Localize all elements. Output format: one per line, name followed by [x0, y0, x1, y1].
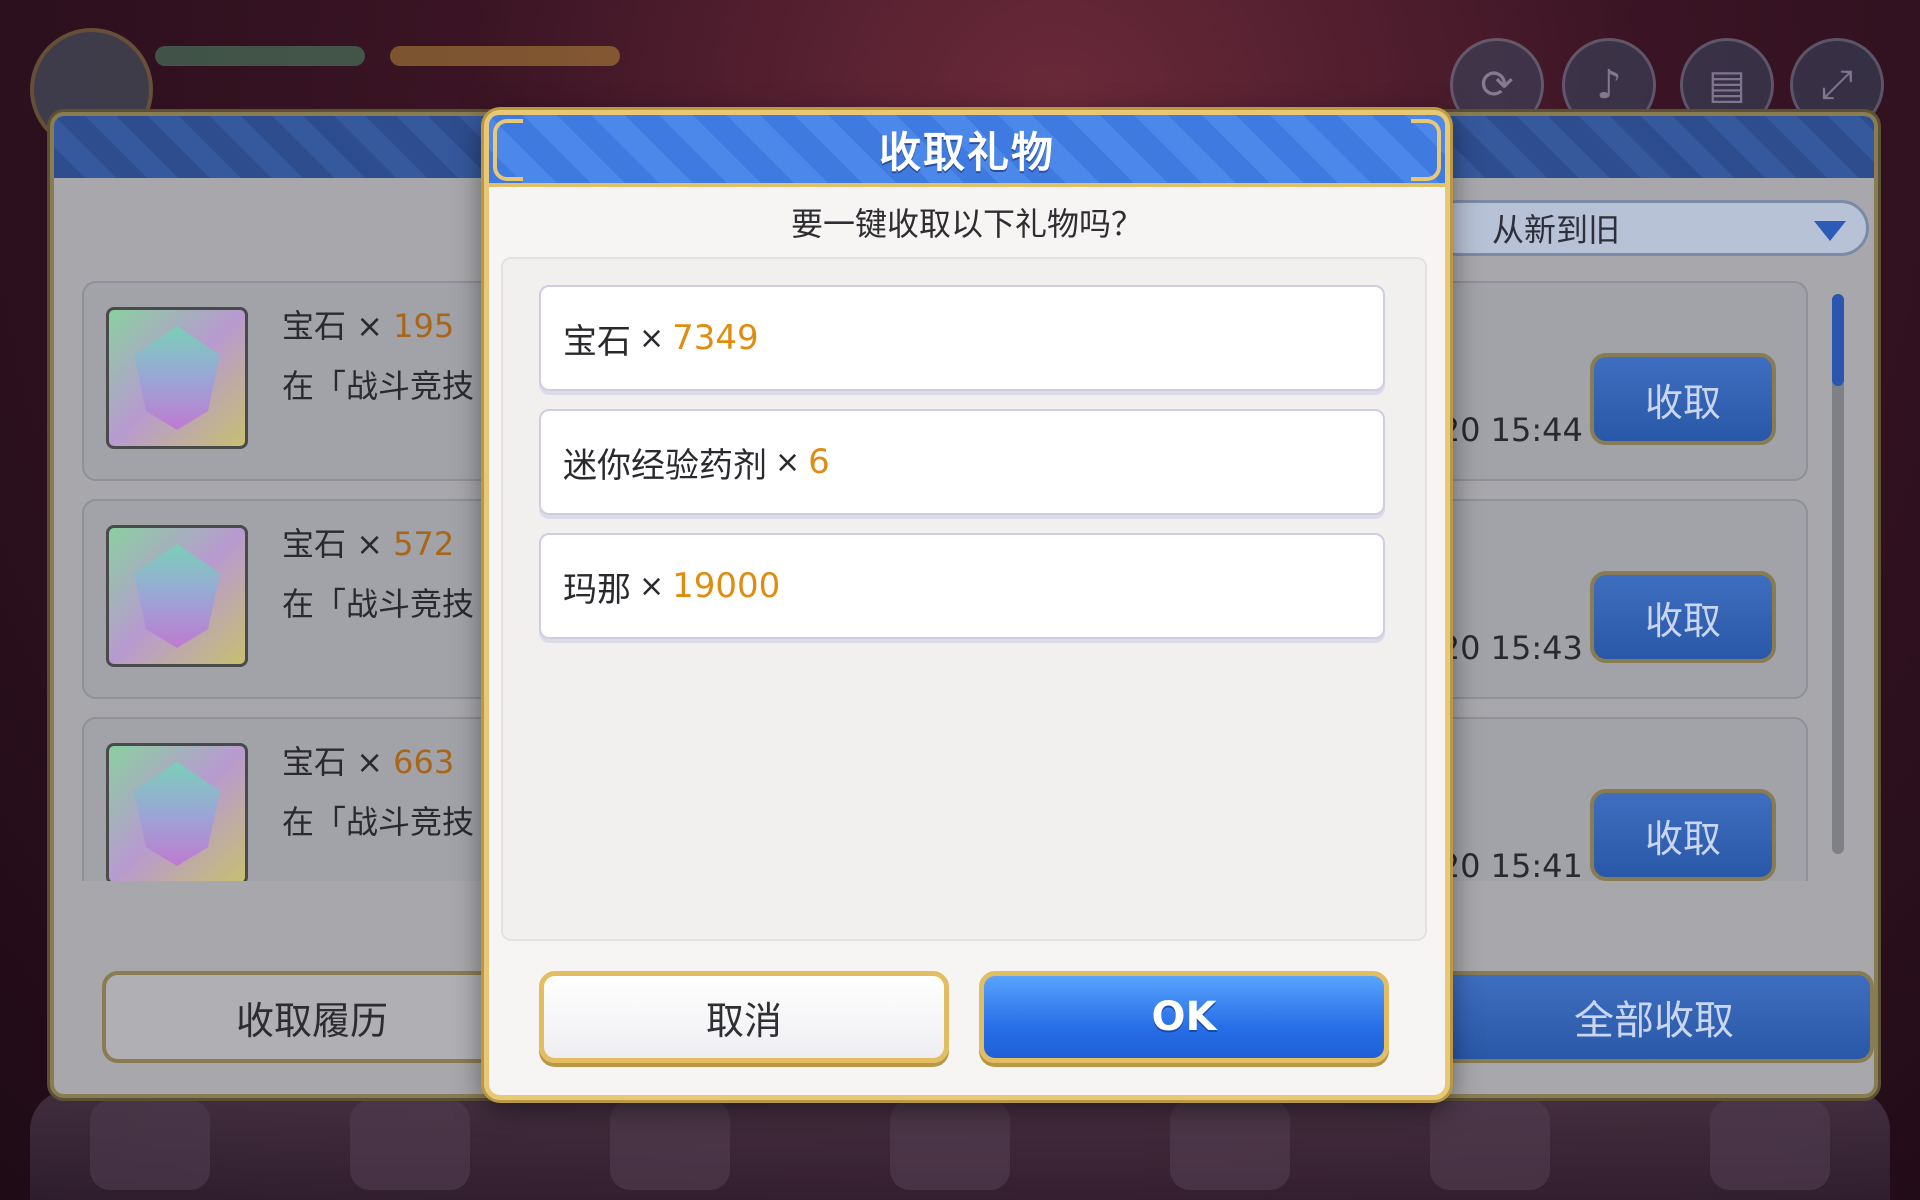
chevron-down-icon: [1814, 221, 1846, 241]
dialog-question: 要一键收取以下礼物吗？: [790, 205, 1143, 243]
summary-item: 迷你经验药剂 × 6: [539, 409, 1385, 515]
player-hud: [30, 18, 670, 151]
item-count: 6: [808, 442, 830, 482]
nav-item-adventure[interactable]: [890, 1100, 1010, 1190]
nav-item-character[interactable]: [350, 1100, 470, 1190]
summary-item: 宝石 × 7349: [539, 285, 1385, 391]
item-name: 宝石: [563, 321, 631, 362]
gift-time: /20 15:44: [1429, 411, 1583, 449]
ornament-left: [493, 119, 523, 181]
item-name: 迷你经验药剂: [563, 445, 767, 486]
gem-icon: [106, 743, 248, 881]
list-scrollbar[interactable]: [1832, 294, 1844, 854]
times-sign: ×: [639, 320, 665, 356]
item-count: 19000: [672, 566, 781, 606]
exp-gauge: [390, 46, 620, 66]
summary-item: 玛那 × 19000: [539, 533, 1385, 639]
scrollbar-thumb[interactable]: [1832, 294, 1844, 386]
cancel-button[interactable]: 取消: [539, 971, 949, 1063]
gift-name: 宝石 × 663: [282, 743, 455, 781]
gift-name: 宝石 × 572: [282, 525, 455, 563]
gem-icon: [106, 525, 248, 667]
collect-button[interactable]: 收取: [1590, 353, 1776, 445]
ornament-right: [1411, 119, 1441, 181]
gift-description: 在「战斗竞技: [282, 585, 475, 623]
dialog-header: 收取礼物: [489, 115, 1445, 187]
collect-gifts-dialog: 收取礼物 要一键收取以下礼物吗？ 宝石 × 7349 迷你经验药剂 × 6 玛那…: [484, 110, 1450, 1100]
item-name: 玛那: [563, 569, 631, 610]
gift-summary-list: 宝石 × 7349 迷你经验药剂 × 6 玛那 × 19000: [501, 257, 1427, 941]
times-sign: ×: [775, 444, 801, 480]
nav-item-home[interactable]: [90, 1100, 210, 1190]
gift-description: 在「战斗竞技: [282, 367, 475, 405]
history-button[interactable]: 收取履历: [102, 971, 522, 1063]
nav-item-gacha[interactable]: [1430, 1100, 1550, 1190]
bottom-navigation: [30, 1090, 1890, 1200]
collect-button[interactable]: 收取: [1590, 789, 1776, 881]
sort-label: 从新到旧: [1492, 211, 1621, 249]
sort-dropdown[interactable]: 从新到旧: [1429, 200, 1869, 256]
gift-time: /20 15:41: [1429, 847, 1583, 881]
stamina-gauge: [155, 46, 365, 66]
nav-item-story[interactable]: [610, 1100, 730, 1190]
nav-item-menu[interactable]: [1710, 1100, 1830, 1190]
ok-button[interactable]: OK: [979, 971, 1389, 1063]
collect-all-button[interactable]: 全部收取: [1434, 971, 1874, 1063]
item-count: 7349: [672, 318, 759, 358]
nav-item-guild[interactable]: [1170, 1100, 1290, 1190]
gift-time: /20 15:43: [1429, 629, 1583, 667]
times-sign: ×: [639, 568, 665, 604]
gift-name: 宝石 × 195: [282, 307, 455, 345]
gift-description: 在「战斗竞技: [282, 803, 475, 841]
gem-icon: [106, 307, 248, 449]
collect-button[interactable]: 收取: [1590, 571, 1776, 663]
dialog-title: 收取礼物: [878, 127, 1055, 177]
